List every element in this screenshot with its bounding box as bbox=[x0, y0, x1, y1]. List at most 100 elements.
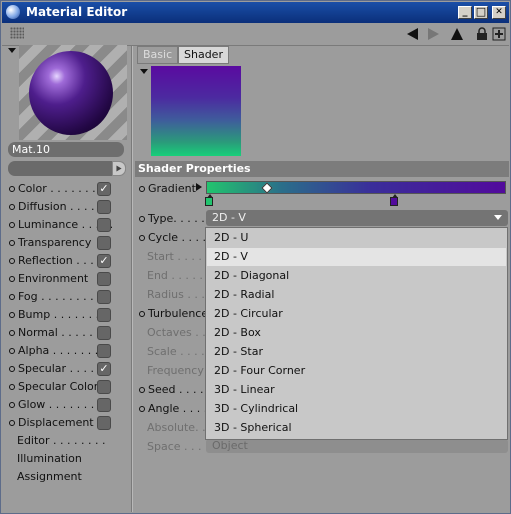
material-preview[interactable] bbox=[19, 45, 127, 140]
channel-checkbox[interactable] bbox=[97, 344, 111, 358]
channel-checkbox[interactable] bbox=[97, 398, 111, 412]
radius-label: Radius . . . . bbox=[147, 288, 212, 301]
dropdown-option[interactable]: 2D - Diagonal bbox=[207, 267, 506, 285]
channel-item[interactable]: Displacement bbox=[9, 415, 111, 431]
channel-item[interactable]: Alpha . . . . . . . . bbox=[9, 343, 111, 359]
octaves-label: Octaves . . . bbox=[147, 326, 213, 339]
new-window-icon[interactable] bbox=[492, 27, 506, 41]
channel-label: Diffusion . . . . . . bbox=[18, 200, 109, 213]
tab-basic[interactable]: Basic bbox=[137, 46, 179, 64]
channel-label: Illumination bbox=[17, 452, 82, 465]
channel-item[interactable]: Bump . . . . . . . . bbox=[9, 307, 111, 323]
maximize-button[interactable]: □ bbox=[474, 6, 488, 19]
dropdown-option[interactable]: 2D - Circular bbox=[207, 305, 506, 323]
tab-shader[interactable]: Shader bbox=[178, 46, 229, 64]
dropdown-option[interactable]: 2D - V bbox=[207, 248, 506, 266]
channel-item[interactable]: Illumination bbox=[9, 451, 82, 467]
channel-checkbox[interactable] bbox=[97, 416, 111, 430]
absolute-label: Absolute. . . bbox=[147, 421, 213, 434]
channel-item[interactable]: Specular . . . . . . ✓ bbox=[9, 361, 111, 377]
channel-checkbox[interactable] bbox=[97, 272, 111, 286]
gradient-knot-green[interactable] bbox=[205, 194, 213, 206]
dropdown-option[interactable]: 2D - Box bbox=[207, 324, 506, 342]
grip-icon[interactable] bbox=[10, 27, 24, 39]
channel-checkbox[interactable] bbox=[97, 236, 111, 250]
gradient-knot-purple[interactable] bbox=[390, 194, 398, 206]
minimize-button[interactable]: _ bbox=[458, 6, 472, 19]
channel-checkbox[interactable] bbox=[97, 326, 111, 340]
channel-item[interactable]: Color . . . . . . . . ✓ bbox=[9, 181, 111, 197]
title-bar[interactable]: Material Editor _ □ ✕ bbox=[2, 2, 509, 23]
chevron-down-icon bbox=[494, 215, 502, 220]
animate-dot-icon[interactable] bbox=[139, 387, 145, 393]
dropdown-option[interactable]: 3D - Linear bbox=[207, 381, 506, 399]
type-dropdown-menu: 2D - U 2D - V 2D - Diagonal 2D - Radial 2D -… bbox=[205, 227, 508, 440]
channel-checkbox[interactable] bbox=[97, 290, 111, 304]
channel-label: Specular . . . . . . bbox=[18, 362, 109, 375]
channel-checkbox[interactable] bbox=[97, 308, 111, 322]
channel-item[interactable]: Luminance . . . . . bbox=[9, 217, 113, 233]
animate-dot-icon[interactable] bbox=[139, 235, 145, 241]
gradient-bar[interactable] bbox=[206, 181, 506, 194]
material-editor-window: Material Editor _ □ ✕ Mat.10 Color . . .… bbox=[0, 0, 511, 514]
channel-label: Glow . . . . . . . . . bbox=[18, 398, 109, 411]
channel-dot-icon bbox=[9, 204, 15, 210]
forward-arrow-icon[interactable] bbox=[426, 27, 440, 41]
toolbar bbox=[2, 23, 509, 46]
preview-menu-icon[interactable] bbox=[8, 48, 16, 53]
back-arrow-icon[interactable] bbox=[406, 27, 420, 41]
space-select: Object bbox=[206, 439, 508, 453]
animate-dot-icon[interactable] bbox=[139, 406, 145, 412]
material-name-field[interactable]: Mat.10 bbox=[8, 142, 124, 157]
dropdown-option[interactable]: 3D - Cylindrical bbox=[207, 400, 506, 418]
material-slider[interactable] bbox=[8, 161, 126, 176]
channel-checkbox[interactable]: ✓ bbox=[97, 182, 111, 196]
turbulence-label: Turbulence bbox=[139, 306, 208, 322]
pane-divider[interactable] bbox=[131, 46, 133, 512]
window-title: Material Editor bbox=[26, 5, 128, 19]
space-label: Space . . . . bbox=[147, 440, 209, 453]
animate-dot-icon[interactable] bbox=[139, 186, 145, 192]
close-button[interactable]: ✕ bbox=[492, 6, 506, 19]
material-sphere bbox=[29, 51, 113, 135]
dropdown-option[interactable]: 3D - Spherical bbox=[207, 419, 506, 437]
animate-dot-icon[interactable] bbox=[139, 216, 145, 222]
scale-label: Scale . . . . . bbox=[147, 345, 212, 358]
channel-item[interactable]: Fog . . . . . . . . . bbox=[9, 289, 111, 305]
channel-item[interactable]: Normal . . . . . . . bbox=[9, 325, 111, 341]
channel-checkbox[interactable]: ✓ bbox=[97, 362, 111, 376]
channel-dot-icon bbox=[9, 420, 15, 426]
channel-item[interactable]: Specular Color bbox=[9, 379, 111, 395]
gradient-label: Gradient bbox=[139, 181, 196, 197]
app-icon bbox=[6, 5, 20, 19]
channel-dot-icon bbox=[9, 402, 15, 408]
channel-checkbox[interactable] bbox=[97, 200, 111, 214]
channel-checkbox[interactable] bbox=[97, 218, 111, 232]
dropdown-option[interactable]: 2D - Star bbox=[207, 343, 506, 361]
channel-item[interactable]: Reflection . . . . . ✓ bbox=[9, 253, 111, 269]
animate-dot-icon[interactable] bbox=[139, 311, 145, 317]
channel-label: Normal . . . . . . . bbox=[18, 326, 107, 339]
up-arrow-icon[interactable] bbox=[450, 27, 464, 41]
expand-arrow-icon[interactable] bbox=[196, 183, 202, 191]
dropdown-option[interactable]: 2D - U bbox=[207, 229, 506, 247]
lock-icon[interactable] bbox=[475, 27, 489, 41]
channel-checkbox[interactable] bbox=[97, 380, 111, 394]
channel-label: Specular Color bbox=[18, 380, 99, 393]
channel-checkbox[interactable]: ✓ bbox=[97, 254, 111, 268]
channel-label: Environment bbox=[18, 272, 89, 285]
channel-item[interactable]: Transparency bbox=[9, 235, 111, 251]
channel-dot-icon bbox=[9, 348, 15, 354]
channel-dot-icon bbox=[9, 186, 15, 192]
arrow-right-icon[interactable] bbox=[112, 161, 126, 176]
dropdown-option[interactable]: 2D - Four Corner bbox=[207, 362, 506, 380]
shader-preview-menu-icon[interactable] bbox=[140, 69, 148, 74]
channel-item[interactable]: Glow . . . . . . . . . bbox=[9, 397, 111, 413]
channel-item[interactable]: Assignment bbox=[9, 469, 82, 485]
channel-item[interactable]: Editor . . . . . . . . bbox=[9, 433, 106, 449]
channel-item[interactable]: Environment bbox=[9, 271, 111, 287]
channel-label: Alpha . . . . . . . . bbox=[18, 344, 106, 357]
dropdown-option[interactable]: 2D - Radial bbox=[207, 286, 506, 304]
type-select[interactable]: 2D - V bbox=[206, 210, 508, 226]
channel-item[interactable]: Diffusion . . . . . . bbox=[9, 199, 111, 215]
